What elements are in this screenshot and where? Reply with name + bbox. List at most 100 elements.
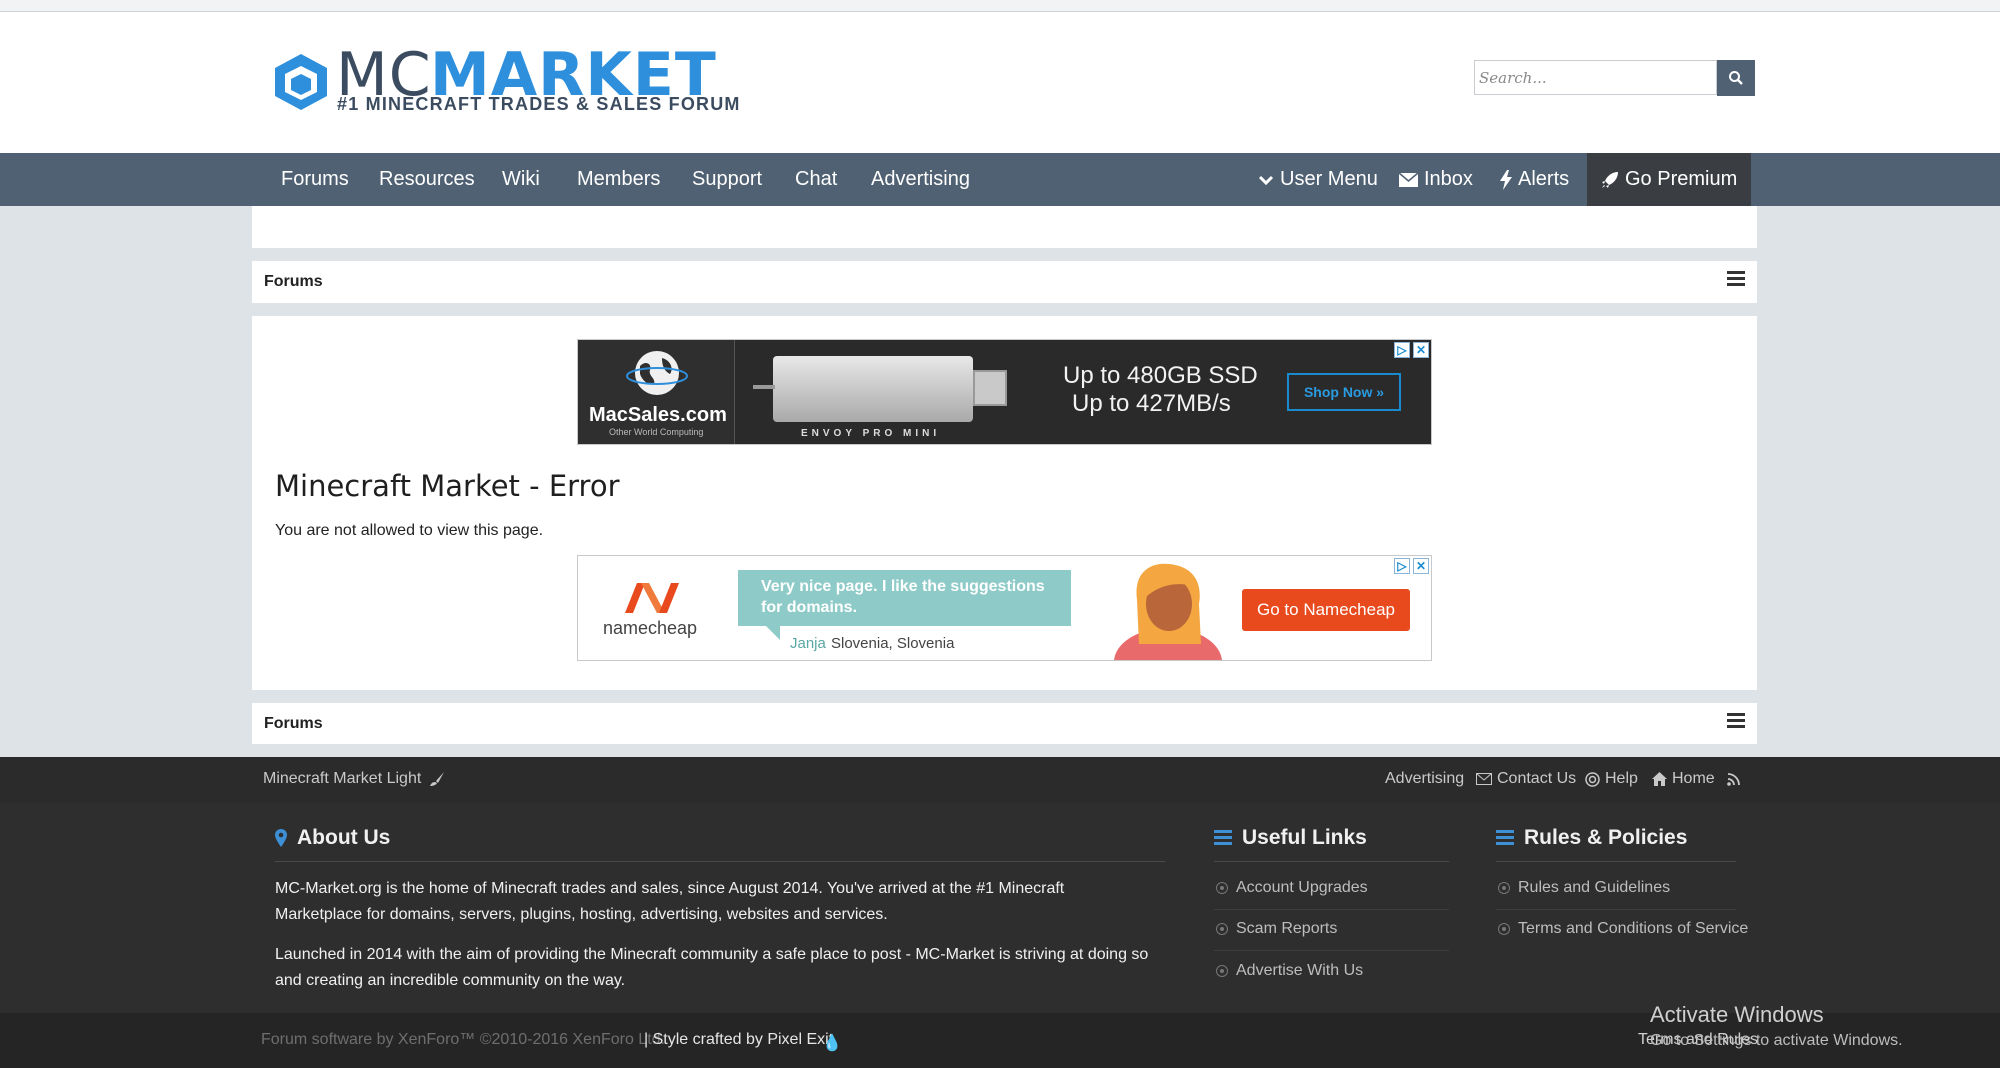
ad2-corner[interactable]: ▷ ✕ [1394,558,1429,574]
footer-main: About Us MC-Market.org is the home of Mi… [0,803,2000,1013]
scam-reports-link[interactable]: Scam Reports [1216,920,1337,938]
nav-forums[interactable]: Forums [281,153,349,206]
link-label: Scam Reports [1236,920,1338,937]
footer-help-link[interactable]: Help [1585,770,1638,788]
footer-home-link[interactable]: Home [1652,770,1715,788]
account-upgrades-link[interactable]: Account Upgrades [1216,879,1368,897]
nav-wiki[interactable]: Wiki [502,153,540,206]
site-logo[interactable]: MC MARKET #1 MINECRAFT TRADES & SALES FO… [273,40,739,120]
go-premium-label: Go Premium [1625,168,1738,190]
adchoices-icon[interactable]: ▷ [1394,342,1410,358]
nav-members[interactable]: Members [577,153,660,206]
link-label: Terms and Conditions of Service [1518,920,1749,937]
useful-links-heading-text: Useful Links [1242,826,1367,849]
macsales-ad[interactable]: MacSales.com Other World Computing ENVOY… [577,339,1432,445]
go-to-namecheap-button[interactable]: Go to Namecheap [1242,589,1410,631]
style-name: Minecraft Market Light [263,770,422,787]
macsales-sub: Other World Computing [609,427,704,437]
main-navbar: Forums Resources Wiki Members Support Ch… [0,153,2000,206]
search-button[interactable] [1717,60,1755,96]
lifebuoy-icon [1585,771,1600,787]
usb-cable [753,385,775,389]
xenforo-credit[interactable]: Forum software by XenForo™ ©2010-2016 Xe… [261,1031,665,1049]
inbox-label: Inbox [1424,168,1473,190]
user-menu-label: User Menu [1280,168,1378,190]
chevron-down-icon [1258,175,1274,185]
alerts-label: Alerts [1518,168,1570,190]
rules-rule [1496,861,1736,862]
hamburger-menu-icon[interactable] [1727,713,1745,729]
browser-bookmarks-strip [0,0,2000,12]
breadcrumb-bottom: Forums [252,703,1757,744]
person-illustration [1114,563,1222,660]
inbox-button[interactable]: Inbox [1399,153,1473,206]
activate-sub: Go to Settings to activate Windows. [1650,1032,1903,1049]
footer-advertising-link[interactable]: Advertising [1385,770,1464,788]
breadcrumb-top: Forums [252,261,1757,303]
go-premium-button[interactable]: Go Premium [1587,153,1752,206]
footer-contact-link[interactable]: Contact Us [1476,770,1576,788]
home-label: Home [1672,770,1715,787]
page-title: Minecraft Market - Error [275,469,620,503]
macsales-brand: MacSales.com [589,404,727,426]
rules-heading-text: Rules & Policies [1524,826,1688,849]
close-ad-icon[interactable]: ✕ [1413,342,1429,358]
list-icon [1214,830,1232,845]
link-label: Rules and Guidelines [1518,879,1671,896]
link-divider [1496,909,1736,910]
adchoices-icon[interactable]: ▷ [1394,558,1410,574]
cube-logo-icon [275,54,327,110]
ad1-line2: Up to 427MB/s [1072,390,1231,417]
shop-now-button[interactable]: Shop Now » [1287,373,1401,411]
nav-resources[interactable]: Resources [379,153,475,206]
about-paragraph-1: MC-Market.org is the home of Minecraft t… [275,880,1065,923]
user-menu-button[interactable]: User Menu [1258,153,1378,206]
circle-bullet-icon [1216,923,1228,935]
about-heading: About Us [275,826,390,850]
alerts-button[interactable]: Alerts [1500,153,1569,206]
testimonial-author: Janja [790,635,826,652]
link-divider [1214,909,1449,910]
circle-bullet-icon [1498,882,1510,894]
product-name: ENVOY PRO MINI [801,428,941,439]
link-label: Account Upgrades [1236,879,1368,896]
map-marker-icon [275,829,287,847]
brush-icon [430,772,445,786]
about-rule [275,861,1165,862]
rss-icon[interactable] [1727,773,1740,786]
rules-guidelines-link[interactable]: Rules and Guidelines [1498,879,1670,897]
link-label: Advertise With Us [1236,962,1364,979]
search-input[interactable]: Search... [1474,60,1717,95]
nav-advertising[interactable]: Advertising [871,153,970,206]
search-icon [1729,71,1743,85]
namecheap-ad[interactable]: namecheap Very nice page. I like the sug… [577,555,1432,661]
home-icon [1652,772,1667,786]
nav-chat[interactable]: Chat [795,153,837,206]
style-credit[interactable]: | Style crafted by Pixel Exit [644,1031,833,1049]
rules-heading: Rules & Policies [1496,826,1687,850]
notice-area [252,206,1757,248]
link-divider [1214,950,1449,951]
breadcrumb-forums-link[interactable]: Forums [264,273,323,291]
bubble-tail [766,626,780,640]
circle-bullet-icon [1498,923,1510,935]
useful-links-rule [1214,861,1449,862]
about-paragraph-2: Launched in 2014 with the aim of providi… [275,946,1149,989]
circle-bullet-icon [1216,965,1228,977]
logo-tagline: #1 MINECRAFT TRADES & SALES FORUM [337,94,741,114]
activate-title: Activate Windows [1650,1002,1824,1027]
useful-links-heading: Useful Links [1214,826,1367,850]
close-ad-icon[interactable]: ✕ [1413,558,1429,574]
error-message: You are not allowed to view this page. [275,522,544,539]
ad1-corner[interactable]: ▷ ✕ [1394,342,1429,358]
style-chooser[interactable]: Minecraft Market Light [263,770,445,788]
contact-label: Contact Us [1497,770,1577,787]
nav-support[interactable]: Support [692,153,762,206]
testimonial-bubble: Very nice page. I like the suggestions f… [738,570,1071,626]
about-heading-text: About Us [297,826,391,849]
hamburger-menu-icon[interactable] [1727,271,1745,287]
rocket-icon [1602,171,1618,188]
advertise-with-us-link[interactable]: Advertise With Us [1216,962,1363,980]
terms-conditions-link[interactable]: Terms and Conditions of Service [1498,920,1748,938]
breadcrumb-forums-link[interactable]: Forums [264,715,323,733]
